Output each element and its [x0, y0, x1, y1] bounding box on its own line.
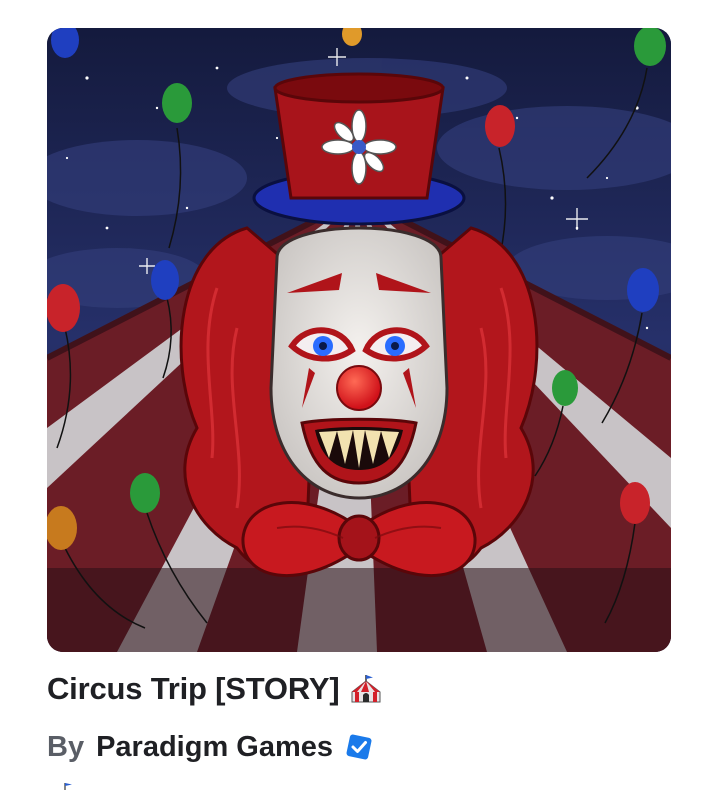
title-row: Circus Trip [STORY] [47, 666, 383, 712]
creator-link[interactable]: Paradigm Games [96, 731, 333, 764]
game-title[interactable]: Circus Trip [STORY] [47, 671, 340, 707]
verified-badge-icon [346, 734, 372, 760]
by-label: By [47, 730, 85, 763]
creepy-clown-thumbnail [47, 28, 671, 652]
game-thumbnail[interactable] [47, 28, 671, 652]
partial-flag-icon [64, 783, 72, 790]
creator-row: By Paradigm Games [47, 726, 375, 768]
circus-tent-icon [351, 675, 381, 703]
game-card: Circus Trip [STORY] By Paradigm Games [0, 0, 719, 790]
